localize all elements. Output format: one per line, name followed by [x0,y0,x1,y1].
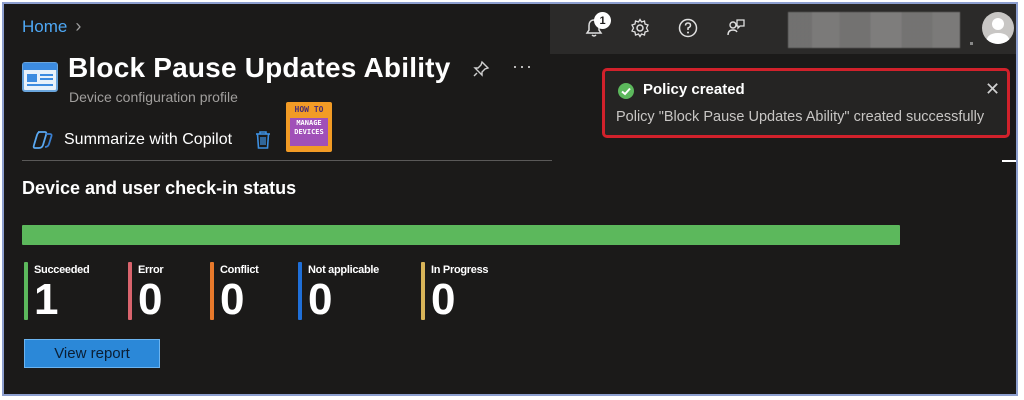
close-icon[interactable]: ✕ [985,79,1000,100]
summarize-copilot-label: Summarize with Copilot [64,131,233,148]
view-report-button[interactable]: View report [24,339,160,368]
copilot-icon [32,131,53,149]
avatar[interactable] [982,12,1014,44]
feedback-icon [727,19,745,36]
summarize-copilot-button[interactable]: Summarize with Copilot [32,130,232,150]
success-check-icon [617,82,635,105]
help-button[interactable] [674,14,702,42]
stat-value: 0 [308,275,333,324]
delete-button[interactable] [254,130,272,155]
policy-created-toast: Policy created ✕ Policy "Block Pause Upd… [602,68,1010,138]
logo-text-box: MANAGE DEVICES [290,118,328,146]
how-to-manage-devices-logo: HOW TO MANAGE DEVICES [286,102,332,152]
command-bar-divider [22,160,552,161]
logo-text-line1: MANAGE [296,119,322,127]
stat-value: 0 [220,275,245,324]
more-options-button[interactable]: ··· [512,56,533,77]
help-icon [678,18,698,38]
stat-value: 1 [34,275,59,324]
stat-rail [24,262,28,320]
chevron-right-icon: › [75,16,82,36]
portal-window: 1 Home › Block Pause Updates Ability ···… [2,2,1018,396]
stat-rail [421,262,425,320]
checkin-section-title: Device and user check-in status [22,178,297,198]
notification-count-badge: 1 [594,12,611,29]
breadcrumb: Home › [22,16,81,37]
stat-value: 0 [431,275,456,324]
top-bar: 1 [550,4,1016,54]
stat-rail [210,262,214,320]
account-info-dot [970,42,973,45]
account-info[interactable] [788,12,960,48]
scroll-indicator [1002,160,1016,162]
trash-icon [256,131,270,149]
toast-message: Policy "Block Pause Updates Ability" cre… [616,109,985,125]
person-icon [986,18,1010,44]
checkin-status-bar [22,225,900,245]
pin-button[interactable] [472,60,490,83]
notifications-button[interactable]: 1 [580,12,611,42]
page-subtitle: Device configuration profile [69,89,238,105]
toast-title: Policy created [643,81,745,98]
pin-icon [473,60,490,77]
device-config-icon [22,62,58,97]
gear-icon [631,18,649,38]
logo-text-top: HOW TO [294,105,324,114]
logo-text-line2: DEVICES [294,128,324,136]
stat-rail [298,262,302,320]
stat-rail [128,262,132,320]
page-title: Block Pause Updates Ability [68,52,451,83]
feedback-button[interactable] [722,14,750,42]
breadcrumb-home[interactable]: Home [22,17,67,37]
stat-value: 0 [138,275,163,324]
settings-button[interactable] [626,14,654,42]
